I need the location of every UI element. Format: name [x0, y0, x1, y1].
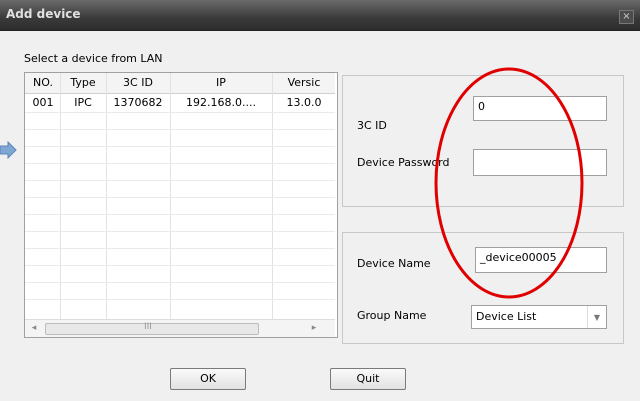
close-icon: × — [622, 11, 631, 22]
row-divider — [25, 231, 335, 232]
scrollbar-thumb[interactable]: III — [45, 322, 259, 335]
group-name-value: Device List — [476, 310, 537, 323]
row-divider — [25, 163, 335, 164]
table-row[interactable]: 001 IPC 1370682 192.168.0.... 13.0.0 — [25, 94, 335, 112]
horizontal-scrollbar[interactable]: ◂ III ▸ — [25, 319, 335, 337]
row-divider — [25, 248, 335, 249]
cell-3c-id: 1370682 — [113, 96, 163, 109]
scroll-left-icon[interactable]: ◂ — [27, 322, 41, 334]
title-bar: Add device × — [0, 0, 640, 31]
arrow-right-icon — [0, 141, 17, 159]
column-header-type[interactable]: Type — [61, 76, 105, 89]
cell-type: IPC — [74, 96, 92, 109]
scrollbar-grip: III — [144, 322, 152, 332]
table-header: NO. Type 3C ID IP Versic — [25, 73, 335, 94]
row-divider — [25, 197, 335, 198]
group-name-label: Group Name — [357, 309, 427, 322]
row-divider — [25, 282, 335, 283]
id-label: 3C ID — [357, 119, 387, 132]
column-header-no[interactable]: NO. — [27, 76, 59, 89]
password-input[interactable] — [473, 149, 607, 176]
device-name-label: Device Name — [357, 257, 431, 270]
cell-ip: 192.168.0.... — [186, 96, 256, 109]
password-label: Device Password — [357, 156, 450, 169]
chevron-down-icon[interactable]: ▼ — [587, 306, 606, 328]
device-name-value: _device00005 — [480, 251, 557, 264]
device-table[interactable]: NO. Type 3C ID IP Versic 001 IPC 1370682… — [24, 72, 338, 338]
row-divider — [25, 265, 335, 266]
scroll-right-icon[interactable]: ▸ — [307, 322, 321, 334]
close-button[interactable]: × — [619, 10, 634, 24]
row-divider — [25, 112, 335, 113]
id-value: 0 — [478, 100, 485, 113]
ok-button[interactable]: OK — [170, 368, 246, 390]
group-name-select[interactable]: Device List ▼ — [471, 305, 607, 329]
column-header-version[interactable]: Versic — [273, 76, 335, 89]
row-divider — [25, 299, 335, 300]
row-divider — [25, 129, 335, 130]
window-title: Add device — [6, 7, 81, 21]
cell-version: 13.0.0 — [286, 96, 322, 109]
credentials-group: 3C ID 0 Device Password — [342, 75, 624, 207]
device-name-input[interactable]: _device00005 — [475, 247, 607, 273]
device-info-group: Device Name _device00005 Group Name Devi… — [342, 232, 624, 344]
lan-section-label: Select a device from LAN — [24, 52, 163, 65]
column-header-3c-id[interactable]: 3C ID — [107, 76, 169, 89]
cell-no: 001 — [32, 96, 54, 109]
column-header-ip[interactable]: IP — [171, 76, 271, 89]
row-divider — [25, 214, 335, 215]
row-divider — [25, 146, 335, 147]
id-input[interactable]: 0 — [473, 96, 607, 121]
row-divider — [25, 180, 335, 181]
quit-button[interactable]: Quit — [330, 368, 406, 390]
